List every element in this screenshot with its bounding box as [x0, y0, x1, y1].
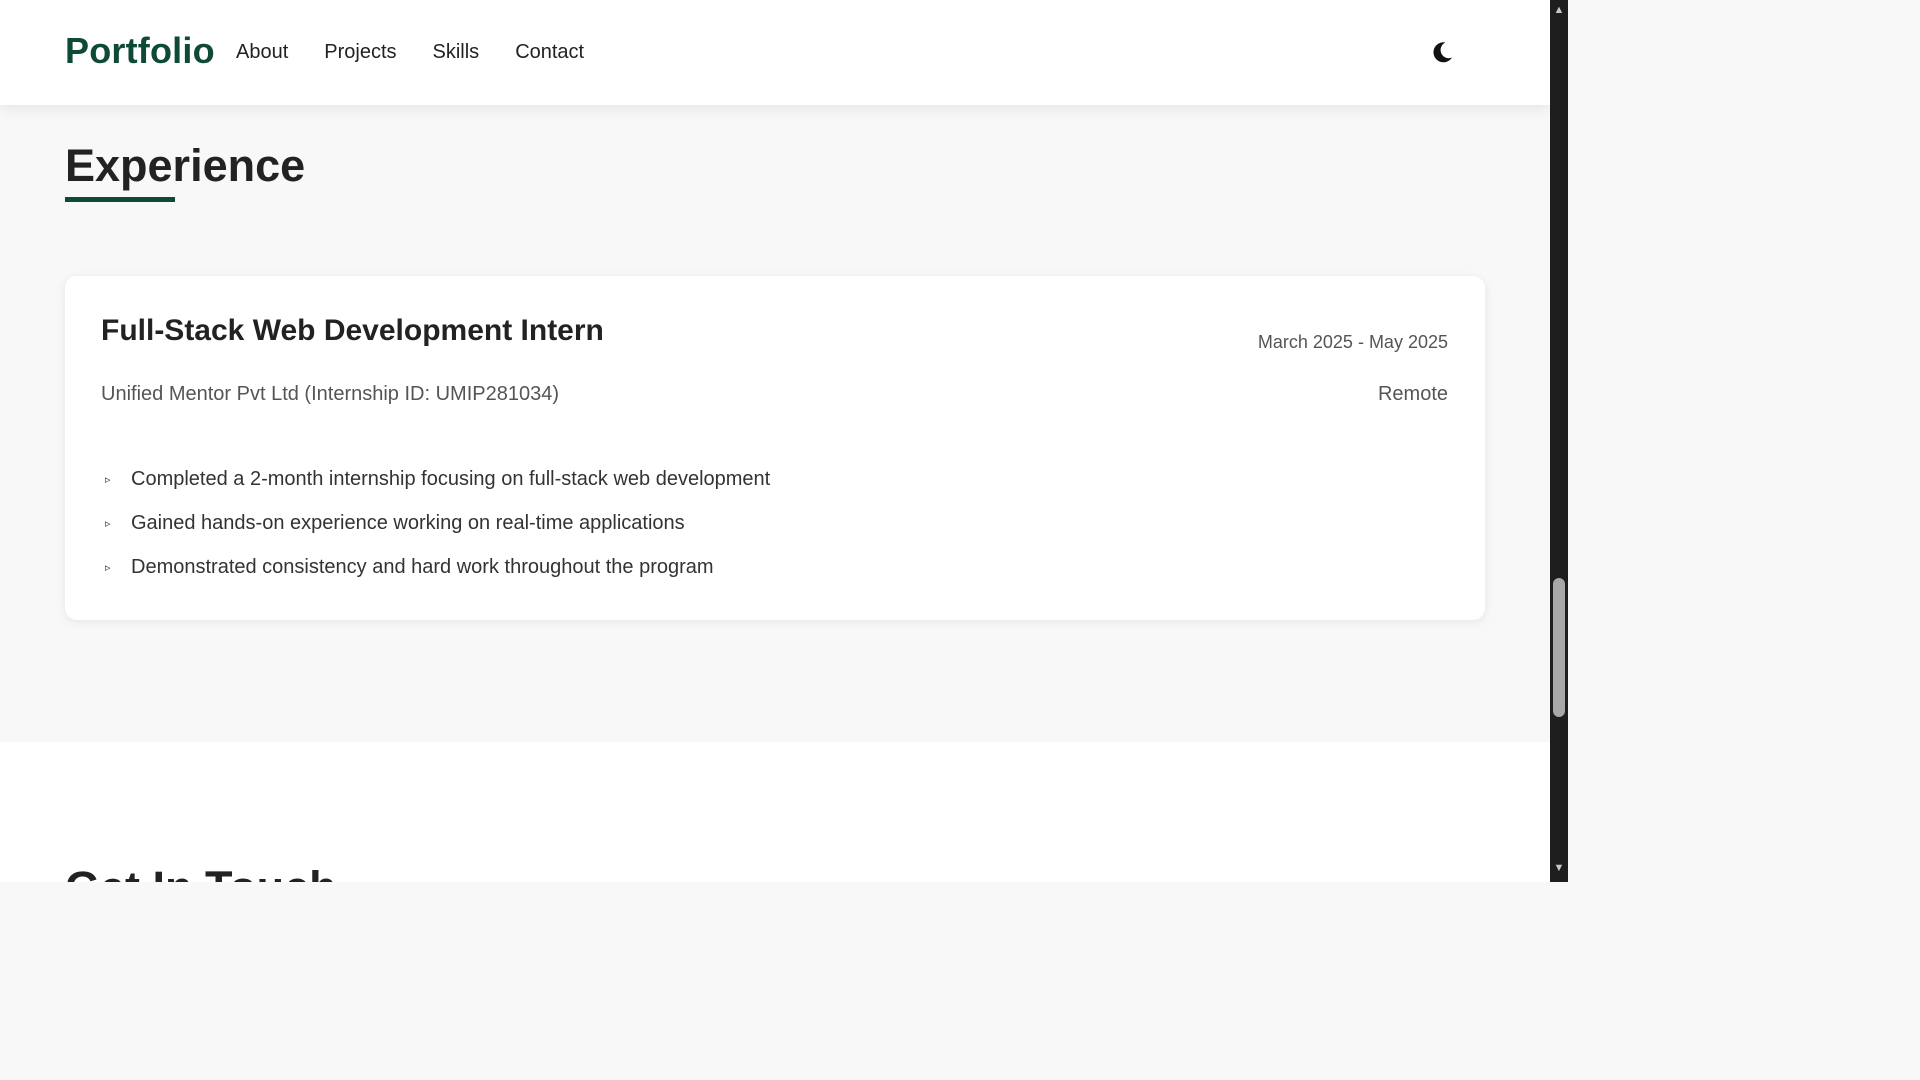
nav-link-contact[interactable]: Contact	[515, 41, 584, 64]
list-item: ▹ Gained hands-on experience working on …	[101, 501, 770, 545]
job-location: Remote	[1377, 383, 1448, 405]
moon-icon	[1433, 42, 1452, 63]
list-item-text: Gained hands-on experience working on re…	[131, 511, 685, 534]
scrollbar[interactable]: ▲ ▼	[1550, 0, 1568, 882]
list-item-text: Completed a 2-month internship focusing …	[131, 467, 771, 490]
responsibility-list: ▹ Completed a 2-month internship focusin…	[101, 457, 770, 589]
bullet-arrow-icon: ▹	[105, 473, 111, 486]
bullet-arrow-icon: ▹	[105, 517, 111, 530]
list-item-text: Demonstrated consistency and hard work t…	[131, 555, 714, 578]
list-item: ▹ Completed a 2-month internship focusin…	[101, 457, 770, 501]
nav-link-about[interactable]: About	[236, 41, 288, 64]
navbar: Portfolio About Projects Skills Contact	[0, 0, 1550, 105]
section-title-underline	[65, 197, 175, 202]
nav-link-projects[interactable]: Projects	[324, 41, 396, 64]
page: Portfolio About Projects Skills Contact …	[0, 0, 1568, 882]
scroll-up-arrow-icon[interactable]: ▲	[1553, 4, 1565, 16]
contact-section-title: Get In Touch	[65, 862, 337, 882]
brand-logo[interactable]: Portfolio	[65, 30, 215, 72]
bullet-arrow-icon: ▹	[105, 561, 111, 574]
scrollbar-thumb[interactable]	[1553, 578, 1565, 717]
job-dates: March 2025 - May 2025	[1257, 332, 1448, 352]
theme-toggle-button[interactable]	[1428, 38, 1456, 66]
section-title: Experience	[65, 140, 306, 191]
experience-card: Full-Stack Web Development Intern March …	[65, 276, 1485, 620]
company-name: Unified Mentor Pvt Ltd (Internship ID: U…	[101, 383, 559, 405]
contact-section	[0, 742, 1550, 882]
nav-link-skills[interactable]: Skills	[433, 41, 480, 64]
nav-links: About Projects Skills Contact	[236, 41, 584, 64]
scroll-down-arrow-icon[interactable]: ▼	[1553, 862, 1565, 874]
list-item: ▹ Demonstrated consistency and hard work…	[101, 545, 770, 589]
job-role: Full-Stack Web Development Intern	[101, 314, 604, 347]
viewport: Portfolio About Projects Skills Contact …	[0, 0, 1550, 882]
